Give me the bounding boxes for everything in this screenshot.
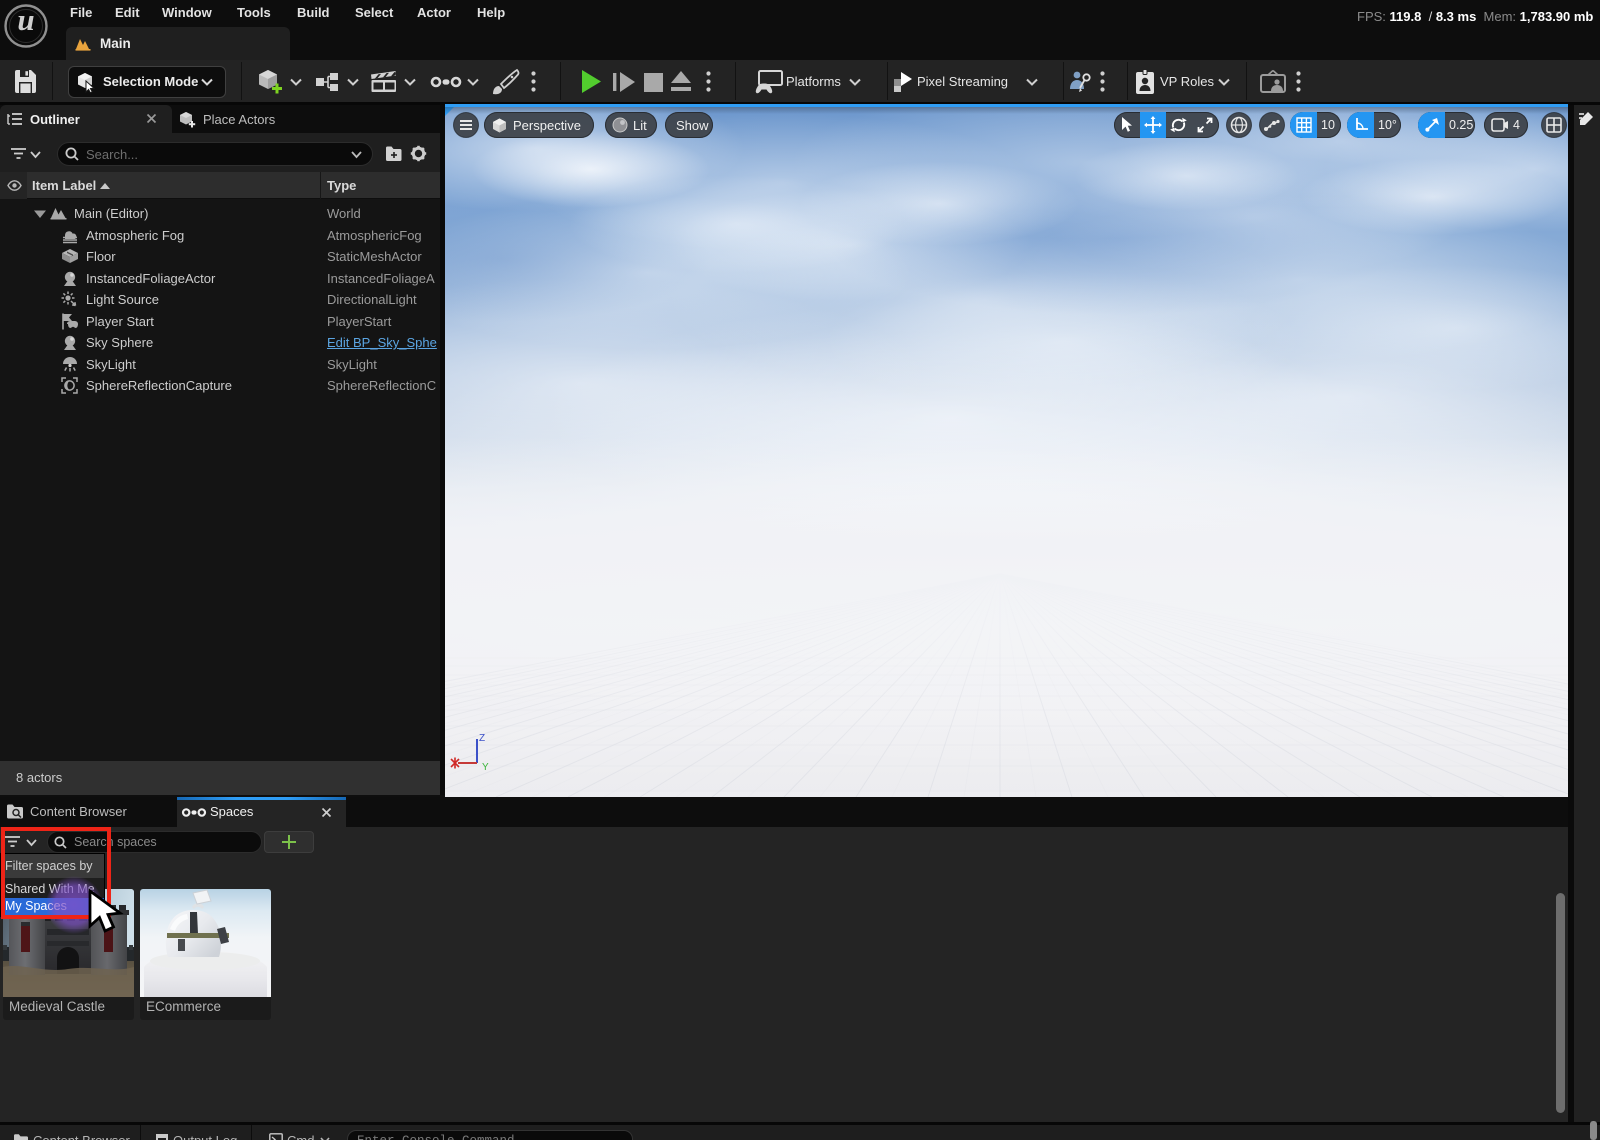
svg-text:Z: Z (479, 733, 485, 744)
svg-text:Y: Y (482, 762, 489, 773)
